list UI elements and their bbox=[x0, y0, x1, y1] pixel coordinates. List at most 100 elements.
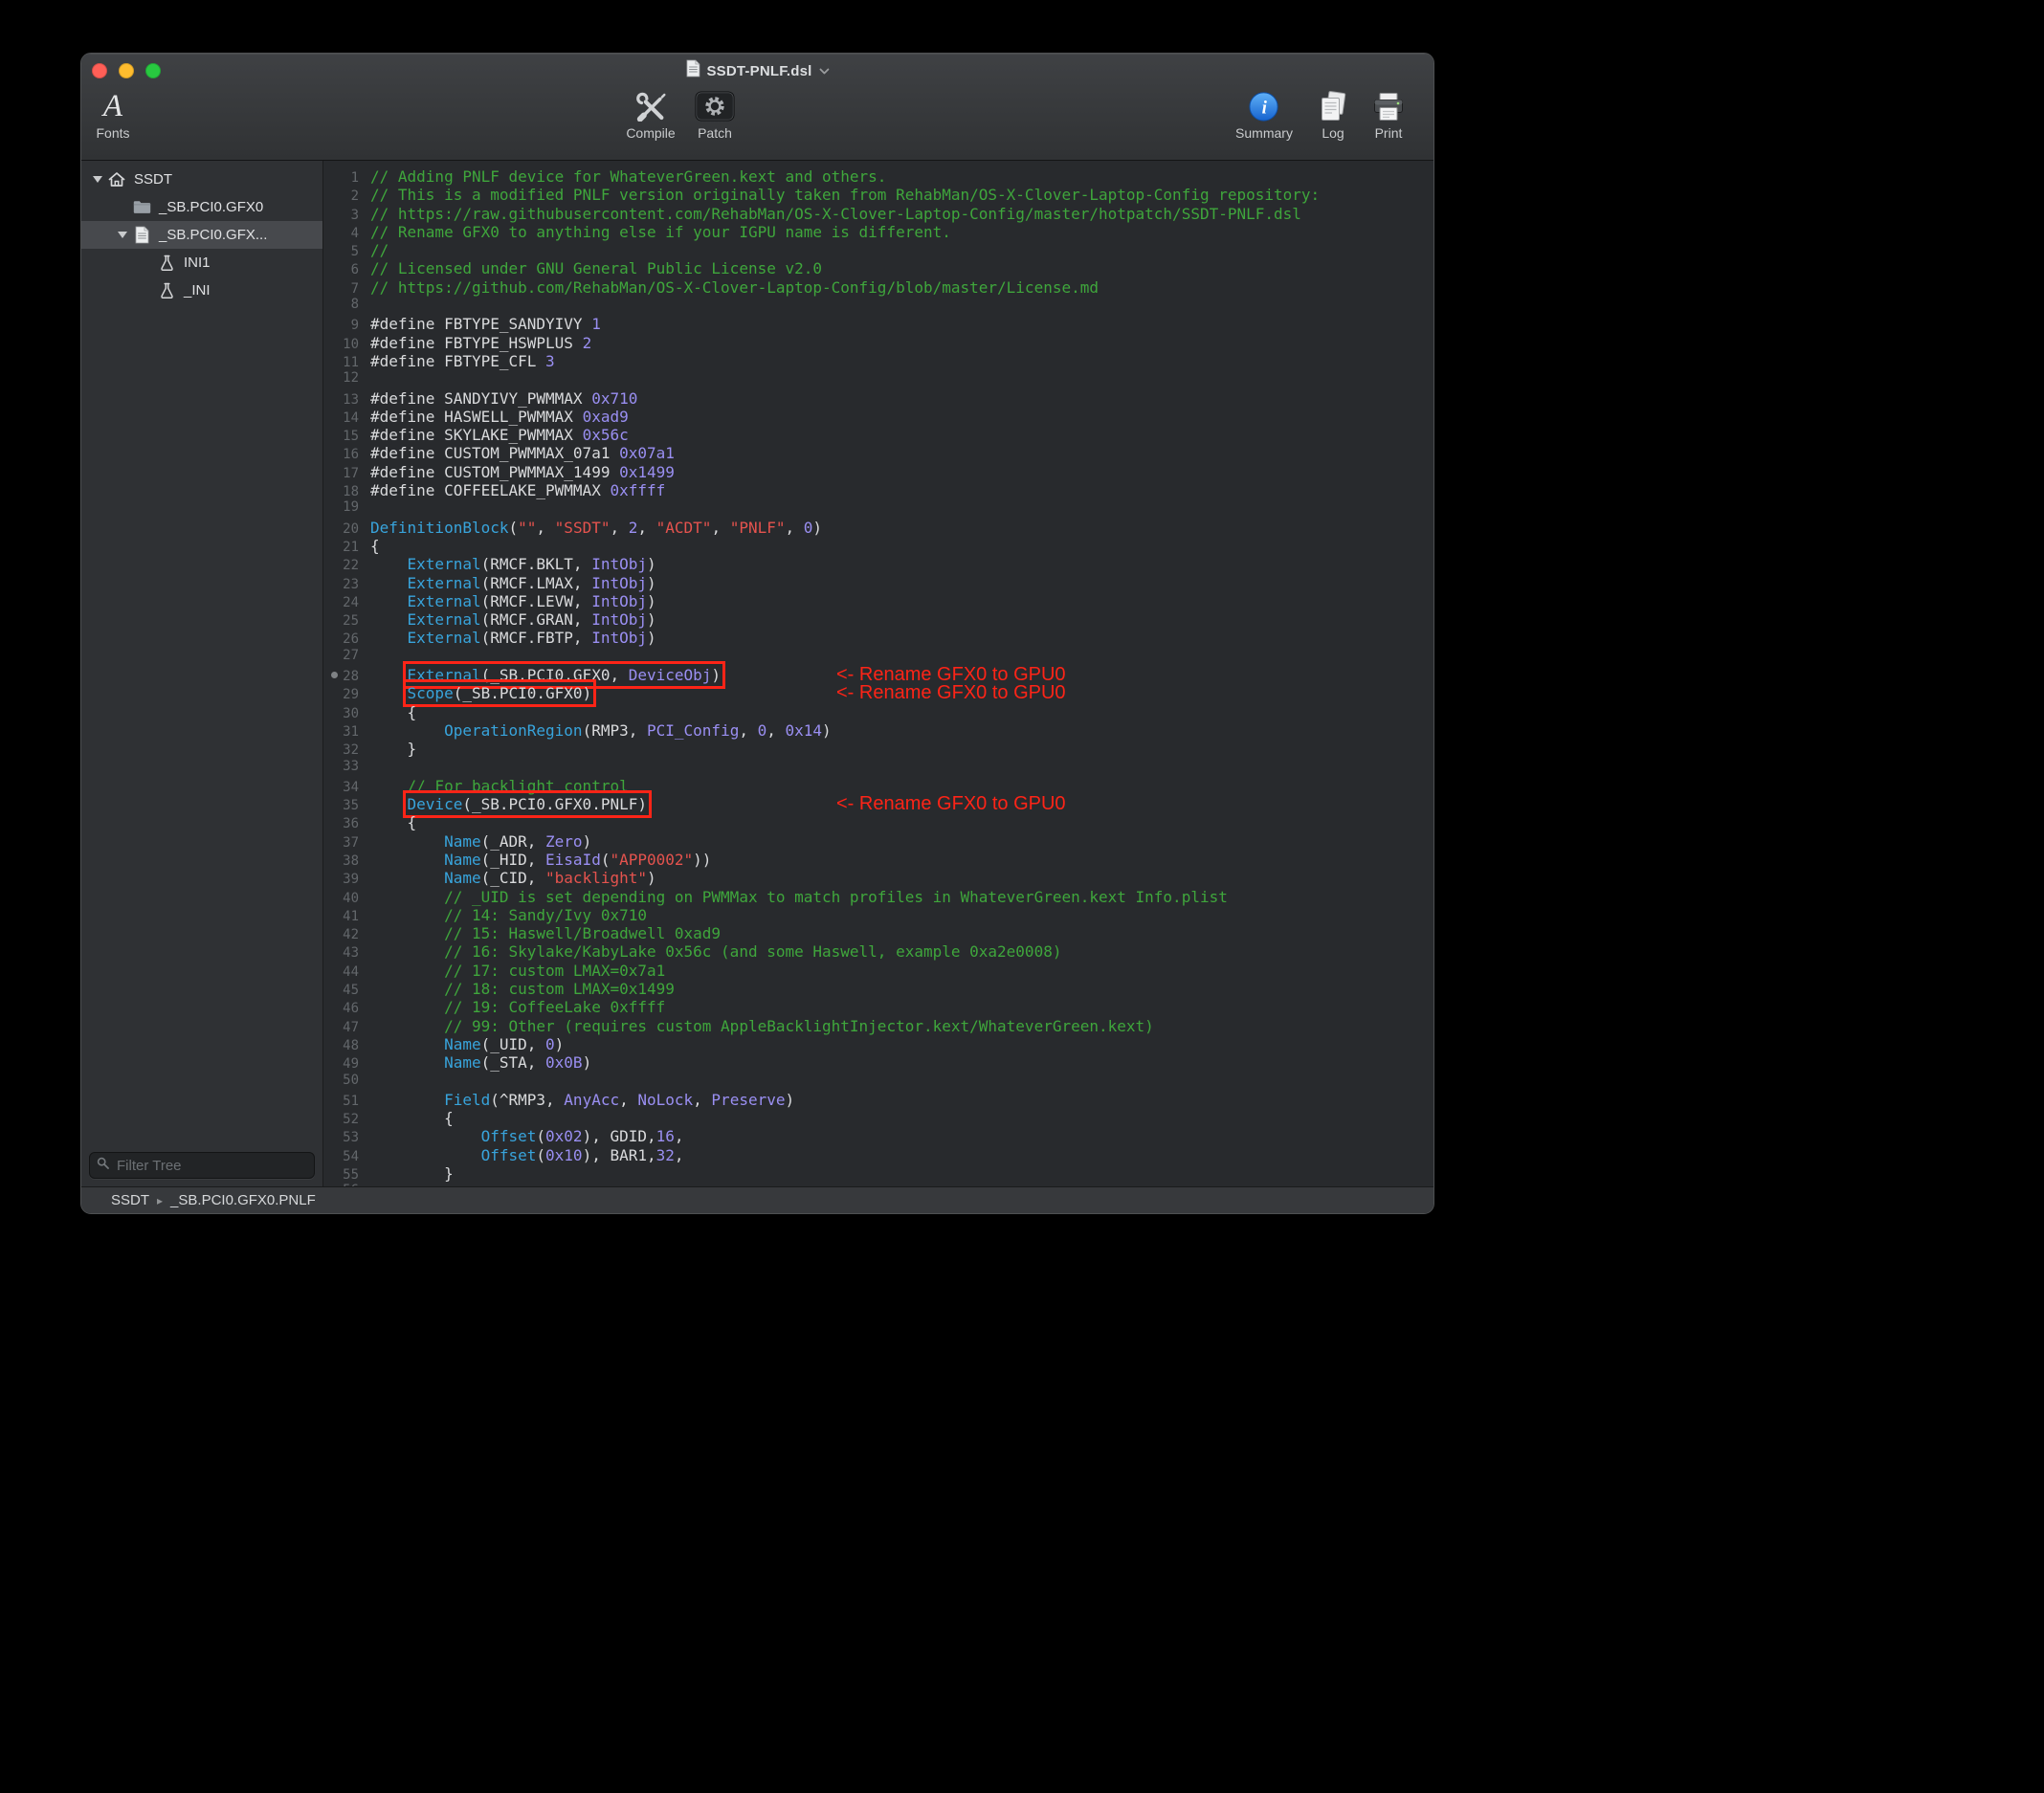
code-line-55[interactable]: 55 } bbox=[323, 1164, 1433, 1183]
code-text: Field(^RMP3, AnyAcc, NoLock, Preserve) bbox=[359, 1091, 794, 1109]
line-number: 34 bbox=[323, 780, 359, 795]
code-line-17[interactable]: 17#define CUSTOM_PWMMAX_1499 0x1499 bbox=[323, 463, 1433, 481]
sidebar-item-ini1[interactable]: INI1 bbox=[81, 249, 322, 277]
code-line-2[interactable]: 2// This is a modified PNLF version orig… bbox=[323, 186, 1433, 204]
code-line-15[interactable]: 15#define SKYLAKE_PWMMAX 0x56c bbox=[323, 426, 1433, 444]
code-line-24[interactable]: 24 External(RMCF.LEVW, IntObj) bbox=[323, 592, 1433, 610]
code-line-29[interactable]: 29 Scope(_SB.PCI0.GFX0)<- Rename GFX0 to… bbox=[323, 684, 1433, 702]
code-line-48[interactable]: 48 Name(_UID, 0) bbox=[323, 1035, 1433, 1053]
code-line-9[interactable]: 9#define FBTYPE_SANDYIVY 1 bbox=[323, 315, 1433, 333]
code-line-47[interactable]: 47 // 99: Other (requires custom AppleBa… bbox=[323, 1017, 1433, 1035]
code-text: Name(_HID, EisaId("APP0002")) bbox=[359, 851, 711, 869]
code-text: #define SKYLAKE_PWMMAX 0x56c bbox=[359, 426, 629, 444]
code-line-50[interactable]: 50 bbox=[323, 1073, 1433, 1091]
fonts-button[interactable]: A Fonts bbox=[96, 88, 129, 141]
code-line-43[interactable]: 43 // 16: Skylake/KabyLake 0x56c (and so… bbox=[323, 942, 1433, 961]
code-line-45[interactable]: 45 // 18: custom LMAX=0x1499 bbox=[323, 980, 1433, 998]
code-line-37[interactable]: 37 Name(_ADR, Zero) bbox=[323, 832, 1433, 851]
window-title-group[interactable]: SSDT-PNLF.dsl bbox=[685, 60, 829, 81]
code-line-39[interactable]: 39 Name(_CID, "backlight") bbox=[323, 869, 1433, 887]
code-line-42[interactable]: 42 // 15: Haswell/Broadwell 0xad9 bbox=[323, 924, 1433, 942]
sidebar-item-ini[interactable]: _INI bbox=[81, 277, 322, 304]
method-icon bbox=[156, 282, 177, 299]
sidebar-item-sb-pci0-gfx[interactable]: _SB.PCI0.GFX... bbox=[81, 221, 322, 249]
code-line-14[interactable]: 14#define HASWELL_PWMMAX 0xad9 bbox=[323, 408, 1433, 426]
disclosure-triangle[interactable] bbox=[89, 166, 106, 193]
code-text: // 19: CoffeeLake 0xffff bbox=[359, 998, 665, 1016]
code-line-7[interactable]: 7// https://github.com/RehabMan/OS-X-Clo… bbox=[323, 278, 1433, 297]
code-line-16[interactable]: 16#define CUSTOM_PWMMAX_07a1 0x07a1 bbox=[323, 444, 1433, 462]
summary-button[interactable]: i Summary bbox=[1235, 88, 1293, 141]
code-line-54[interactable]: 54 Offset(0x10), BAR1,32, bbox=[323, 1146, 1433, 1164]
line-number: 23 bbox=[323, 577, 359, 592]
code-line-21[interactable]: 21{ bbox=[323, 537, 1433, 555]
code-line-36[interactable]: 36 { bbox=[323, 813, 1433, 831]
log-button[interactable]: Log bbox=[1319, 88, 1347, 141]
code-text: // 16: Skylake/KabyLake 0x56c (and some … bbox=[359, 942, 1061, 961]
code-text: #define COFFEELAKE_PWMMAX 0xffff bbox=[359, 481, 665, 499]
code-line-26[interactable]: 26 External(RMCF.FBTP, IntObj) bbox=[323, 629, 1433, 647]
disclosure-spacer bbox=[114, 193, 131, 221]
code-line-46[interactable]: 46 // 19: CoffeeLake 0xffff bbox=[323, 998, 1433, 1016]
code-editor[interactable]: 1// Adding PNLF device for WhateverGreen… bbox=[323, 161, 1433, 1187]
code-line-11[interactable]: 11#define FBTYPE_CFL 3 bbox=[323, 352, 1433, 370]
patch-button[interactable]: Patch bbox=[695, 88, 735, 141]
code-line-30[interactable]: 30 { bbox=[323, 703, 1433, 721]
code-text: #define SANDYIVY_PWMMAX 0x710 bbox=[359, 389, 637, 408]
code-line-38[interactable]: 38 Name(_HID, EisaId("APP0002")) bbox=[323, 851, 1433, 869]
home-icon bbox=[106, 170, 127, 188]
code-line-53[interactable]: 53 Offset(0x02), GDID,16, bbox=[323, 1127, 1433, 1145]
folder-icon bbox=[131, 200, 152, 214]
code-line-33[interactable]: 33 bbox=[323, 759, 1433, 777]
maciasl-window: SSDT-PNLF.dsl A Fonts bbox=[80, 53, 1434, 1214]
code-line-32[interactable]: 32 } bbox=[323, 740, 1433, 758]
code-line-23[interactable]: 23 External(RMCF.LMAX, IntObj) bbox=[323, 574, 1433, 592]
code-line-20[interactable]: 20DefinitionBlock("", "SSDT", 2, "ACDT",… bbox=[323, 519, 1433, 537]
code-line-1[interactable]: 1// Adding PNLF device for WhateverGreen… bbox=[323, 167, 1433, 186]
fonts-label: Fonts bbox=[96, 125, 129, 141]
sidebar-item-sb-pci0-gfx0[interactable]: _SB.PCI0.GFX0 bbox=[81, 193, 322, 221]
code-line-44[interactable]: 44 // 17: custom LMAX=0x7a1 bbox=[323, 962, 1433, 980]
code-line-12[interactable]: 12 bbox=[323, 370, 1433, 388]
disclosure-triangle[interactable] bbox=[114, 221, 131, 249]
code-text: } bbox=[359, 740, 416, 758]
filter-tree-input[interactable] bbox=[115, 1157, 307, 1175]
breadcrumb-root: SSDT bbox=[111, 1192, 149, 1208]
code-line-25[interactable]: 25 External(RMCF.GRAN, IntObj) bbox=[323, 610, 1433, 629]
code-line-22[interactable]: 22 External(RMCF.BKLT, IntObj) bbox=[323, 555, 1433, 573]
code-line-19[interactable]: 19 bbox=[323, 499, 1433, 518]
code-text: #define FBTYPE_CFL 3 bbox=[359, 352, 555, 370]
code-text: // bbox=[359, 241, 389, 259]
code-line-41[interactable]: 41 // 14: Sandy/Ivy 0x710 bbox=[323, 906, 1433, 924]
line-number: 10 bbox=[323, 337, 359, 352]
code-line-18[interactable]: 18#define COFFEELAKE_PWMMAX 0xffff bbox=[323, 481, 1433, 499]
code-line-40[interactable]: 40 // _UID is set depending on PWMMax to… bbox=[323, 888, 1433, 906]
line-number: 3 bbox=[323, 208, 359, 223]
statusbar-breadcrumb[interactable]: SSDT ▸ _SB.PCI0.GFX0.PNLF bbox=[81, 1186, 1433, 1213]
code-line-13[interactable]: 13#define SANDYIVY_PWMMAX 0x710 bbox=[323, 389, 1433, 408]
code-line-31[interactable]: 31 OperationRegion(RMP3, PCI_Config, 0, … bbox=[323, 721, 1433, 740]
zoom-button[interactable] bbox=[145, 63, 161, 78]
close-button[interactable] bbox=[92, 63, 107, 78]
code-line-5[interactable]: 5// bbox=[323, 241, 1433, 259]
sidebar-item-ssdt[interactable]: SSDT bbox=[81, 166, 322, 193]
code-line-35[interactable]: 35 Device(_SB.PCI0.GFX0.PNLF)<- Rename G… bbox=[323, 795, 1433, 813]
code-line-6[interactable]: 6// Licensed under GNU General Public Li… bbox=[323, 259, 1433, 277]
line-number: 28 bbox=[323, 669, 359, 684]
code-line-52[interactable]: 52 { bbox=[323, 1109, 1433, 1127]
code-line-3[interactable]: 3// https://raw.githubusercontent.com/Re… bbox=[323, 205, 1433, 223]
code-line-10[interactable]: 10#define FBTYPE_HSWPLUS 2 bbox=[323, 334, 1433, 352]
code-text: // Rename GFX0 to anything else if your … bbox=[359, 223, 951, 241]
code-line-4[interactable]: 4// Rename GFX0 to anything else if your… bbox=[323, 223, 1433, 241]
code-line-8[interactable]: 8 bbox=[323, 297, 1433, 315]
line-number: 33 bbox=[323, 759, 359, 774]
minimize-button[interactable] bbox=[119, 63, 134, 78]
print-label: Print bbox=[1372, 125, 1405, 141]
code-text: { bbox=[359, 1109, 454, 1127]
compile-button[interactable]: Compile bbox=[626, 88, 675, 141]
line-number: 5 bbox=[323, 244, 359, 259]
print-button[interactable]: Print bbox=[1372, 88, 1405, 141]
code-line-49[interactable]: 49 Name(_STA, 0x0B) bbox=[323, 1053, 1433, 1072]
code-line-51[interactable]: 51 Field(^RMP3, AnyAcc, NoLock, Preserve… bbox=[323, 1091, 1433, 1109]
line-number: 22 bbox=[323, 558, 359, 573]
